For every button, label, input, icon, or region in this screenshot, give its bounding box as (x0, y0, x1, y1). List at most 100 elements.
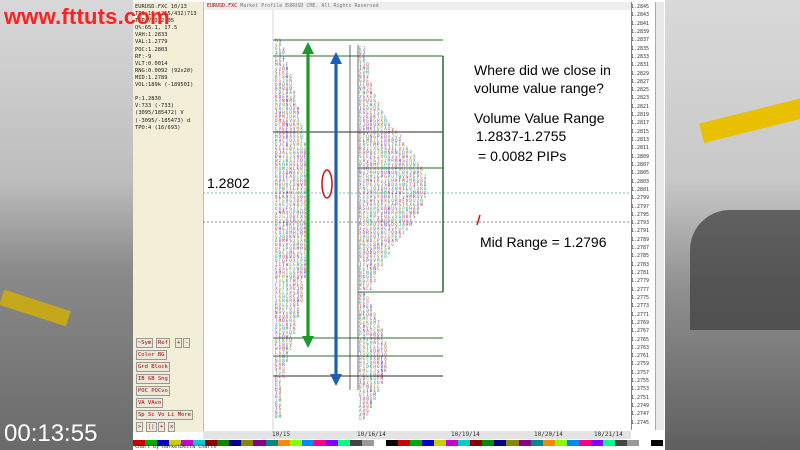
tpo-letter: M (297, 314, 300, 319)
color-swatch[interactable] (554, 440, 567, 446)
color-swatch[interactable] (313, 440, 326, 446)
price-axis-label: 1.2805 (631, 170, 650, 177)
plus-button[interactable]: + (175, 338, 183, 348)
price-axis-label: 1.2831 (631, 62, 650, 69)
color-swatch[interactable] (410, 440, 423, 446)
color-swatch[interactable] (337, 440, 350, 446)
color-swatch[interactable] (398, 440, 411, 446)
color-swatch[interactable] (542, 440, 555, 446)
date-axis (203, 431, 631, 439)
price-axis-label: 1.2843 (631, 12, 650, 19)
vertical-scrollbar[interactable] (655, 2, 664, 430)
color-swatch[interactable] (566, 440, 579, 446)
color-swatch[interactable] (530, 440, 543, 446)
color-swatch[interactable] (494, 440, 507, 446)
tpo-letter: N (363, 286, 366, 291)
price-axis-label: 1.2793 (631, 220, 650, 227)
stat-line: TPO:4 (16/693) (135, 124, 181, 131)
annotation-mid-range: Mid Range = 1.2796 (480, 234, 607, 250)
tpo-letter: M (279, 414, 282, 419)
price-axis-label: 1.2797 (631, 203, 650, 210)
date-label: 10/16/14 (357, 431, 386, 438)
price-axis-label: 1.2745 (631, 419, 650, 426)
price-axis-label: 1.2751 (631, 394, 650, 401)
color-swatch[interactable] (482, 440, 495, 446)
color-bg-button[interactable]: Color BG (136, 350, 167, 360)
color-swatch[interactable] (229, 440, 242, 446)
price-axis-label: 1.2767 (631, 328, 650, 335)
sym-button[interactable]: ~Sym (136, 338, 154, 348)
price-axis-label: 1.2777 (631, 286, 650, 293)
price-axis-label: 1.2819 (631, 112, 650, 119)
color-swatch[interactable] (602, 440, 615, 446)
stat-line: RF:-9 (135, 53, 152, 60)
annotation-vvr-pips: = 0.0082 PIPs (478, 148, 567, 164)
tpo-letter: X (377, 388, 380, 393)
symbol-label: EURUSD.FXC (207, 3, 238, 9)
annotation-question-line1: Where did we close in (474, 62, 611, 78)
color-swatch[interactable] (325, 440, 338, 446)
color-swatch[interactable] (361, 440, 374, 446)
tpo-letter: H (381, 380, 384, 385)
sp-sc-vo-li-more-button[interactable]: Sp Sc Vo Li More (136, 410, 193, 420)
price-axis-label: 1.2753 (631, 386, 650, 393)
annotation-question-line2: volume value range? (474, 80, 604, 96)
grd-block-button[interactable]: Grd Block (136, 362, 170, 372)
poc-pocvo-button[interactable]: POC POCvo (136, 386, 170, 396)
color-swatch[interactable] (385, 440, 399, 446)
price-axis-label: 1.2759 (631, 361, 650, 368)
price-axis-label: 1.2773 (631, 303, 650, 310)
tpo-letter: Q (300, 298, 303, 303)
nav-close-button[interactable]: x (168, 422, 176, 432)
color-swatch[interactable] (241, 440, 254, 446)
color-swatch[interactable] (434, 440, 447, 446)
tpo-letter: S (424, 194, 427, 199)
tpo-letter: G (391, 242, 394, 247)
video-timer: 00:13:55 (4, 420, 98, 447)
color-swatch[interactable] (217, 440, 230, 446)
nav-add-button[interactable]: + (158, 422, 166, 432)
color-swatch[interactable] (470, 440, 483, 446)
price-axis-label: 1.2837 (631, 37, 650, 44)
ib-gb-sng-button[interactable]: IB GB Sng (136, 374, 170, 384)
color-swatch[interactable] (614, 440, 627, 446)
tpo-letter: D (370, 404, 373, 409)
va-vavo-button[interactable]: VA VAvo (136, 398, 164, 408)
color-swatch[interactable] (265, 440, 278, 446)
tpo-letter: O (286, 358, 289, 363)
minus-button[interactable]: - (183, 338, 191, 348)
price-axis-label: 1.2835 (631, 45, 650, 52)
price-axis-label: 1.2757 (631, 369, 650, 376)
price-axis-label: 1.2755 (631, 378, 650, 385)
color-swatch[interactable] (301, 440, 314, 446)
color-swatch[interactable] (349, 440, 362, 446)
nav-pause-button[interactable]: || (146, 422, 157, 432)
price-axis-label: 1.2761 (631, 353, 650, 360)
color-swatch[interactable] (446, 440, 459, 446)
nav-right-button[interactable]: > (136, 422, 144, 432)
color-swatch[interactable] (651, 440, 664, 446)
stat-line: VOL:189k (-18950I) (135, 82, 194, 89)
color-swatch[interactable] (277, 440, 290, 446)
color-swatch[interactable] (590, 440, 603, 446)
date-label: 10/15 (272, 431, 291, 438)
color-swatch[interactable] (626, 440, 639, 446)
window-title: EURUSD.FXC Market Profile EURUSD CME. Al… (205, 2, 632, 10)
price-axis-label: 1.2803 (631, 178, 650, 185)
green-arrow-head-bottom (302, 336, 314, 348)
tpo-letter: z (373, 278, 376, 283)
price-axis-label: 1.2801 (631, 186, 650, 193)
color-swatch[interactable] (506, 440, 519, 446)
color-swatch[interactable] (638, 440, 652, 446)
price-axis-label: 1.2817 (631, 120, 650, 127)
ref-button[interactable]: Ref (156, 338, 170, 348)
color-swatch[interactable] (422, 440, 435, 446)
color-swatch[interactable] (289, 440, 302, 446)
green-arrow-head-top (302, 42, 314, 54)
stat-line: (-3095/-185473) d (135, 117, 191, 124)
color-swatch[interactable] (518, 440, 531, 446)
color-swatch[interactable] (373, 440, 386, 446)
color-swatch[interactable] (578, 440, 591, 446)
color-swatch[interactable] (253, 440, 266, 446)
color-swatch[interactable] (458, 440, 471, 446)
